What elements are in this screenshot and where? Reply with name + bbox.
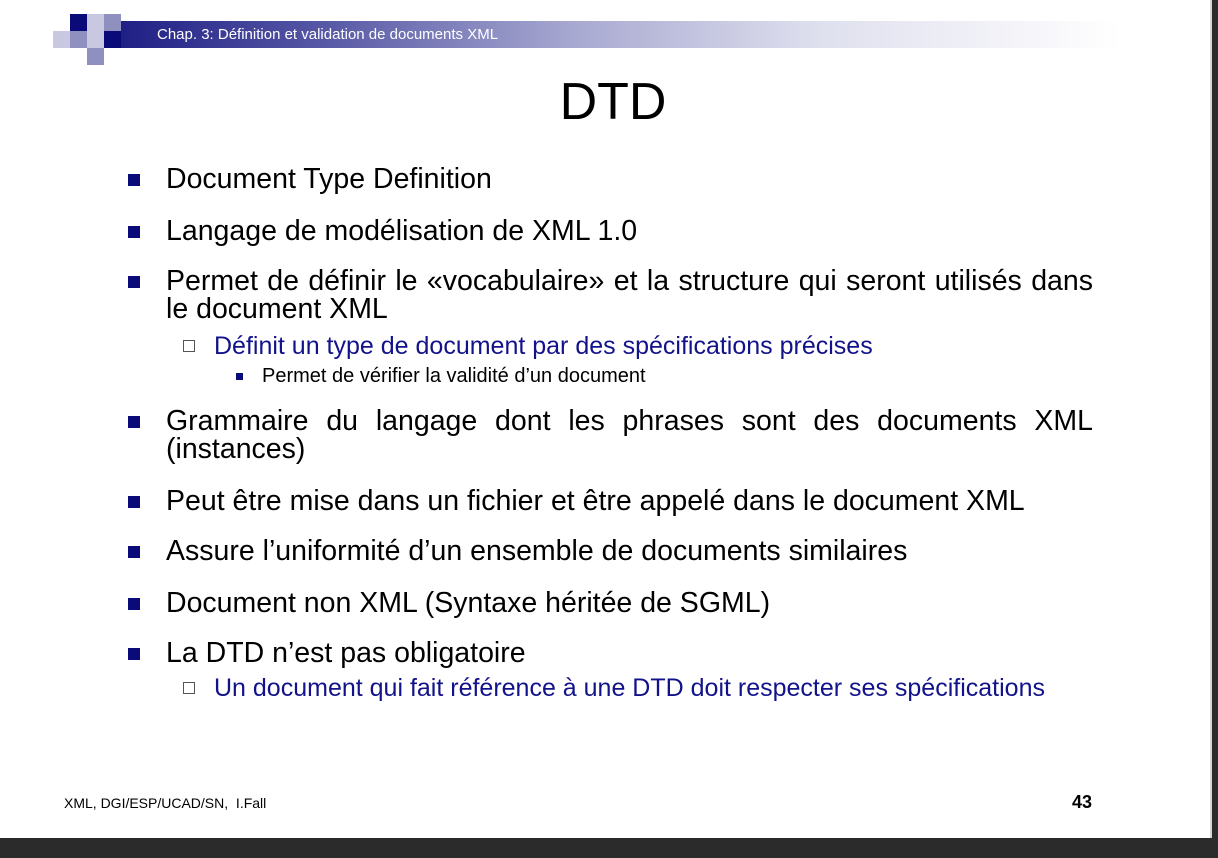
sub-sub-bullet-item: Permet de vérifier la validité d’un docu…: [235, 364, 1093, 388]
hollow-square-bullet-icon: [183, 340, 195, 352]
header-decor-square: [70, 31, 87, 48]
square-bullet-icon: [128, 546, 140, 558]
small-square-bullet-icon: [236, 373, 243, 380]
bullet-text: Grammaire du langage dont les phrases so…: [166, 405, 1093, 465]
square-bullet-icon: [128, 276, 140, 288]
bullet-item: Langage de modélisation de XML 1.0: [125, 217, 1093, 245]
header-decor-square: [104, 14, 121, 31]
bullet-item: Permet de définir le «vocabulaire» et la…: [125, 267, 1093, 323]
sub-sub-bullet-text: Permet de vérifier la validité d’un docu…: [262, 365, 646, 387]
bullet-item: Peut être mise dans un fichier et être a…: [125, 487, 1093, 515]
square-bullet-icon: [128, 496, 140, 508]
sub-bullet-text: Un document qui fait référence à une DTD…: [214, 674, 1045, 702]
header-decor-square: [87, 31, 104, 48]
footer-author: XML, DGI/ESP/UCAD/SN, I.Fall: [64, 795, 267, 811]
square-bullet-icon: [128, 598, 140, 610]
square-bullet-icon: [128, 226, 140, 238]
sub-bullet-text: Définit un type de document par des spéc…: [214, 332, 873, 360]
square-bullet-icon: [128, 648, 140, 660]
sub-bullet-item: Un document qui fait référence à une DTD…: [181, 674, 1093, 702]
header-decor-square: [87, 14, 104, 31]
page-number: 43: [1071, 792, 1092, 812]
square-bullet-icon: [128, 174, 140, 186]
sub-bullet-item: Définit un type de document par des spéc…: [181, 332, 1093, 360]
bullet-text: Peut être mise dans un fichier et être a…: [166, 485, 1025, 517]
slide-title: DTD: [559, 73, 667, 131]
bullet-item: Assure l’uniformité d’un ensemble de doc…: [125, 537, 1093, 565]
square-bullet-icon: [128, 416, 140, 428]
bullet-item: Grammaire du langage dont les phrases so…: [125, 407, 1093, 463]
bullet-item: Document non XML (Syntaxe héritée de SGM…: [125, 589, 1093, 617]
slide: Chap. 3: Définition et validation de doc…: [0, 0, 1212, 838]
viewer-background: [1212, 0, 1218, 838]
bullet-text: La DTD n’est pas obligatoire: [166, 637, 526, 669]
bullet-item: Document Type Definition: [125, 165, 1093, 193]
bullet-text: Assure l’uniformité d’un ensemble de doc…: [166, 535, 908, 567]
hollow-square-bullet-icon: [183, 682, 195, 694]
bullet-text: Langage de modélisation de XML 1.0: [166, 215, 638, 247]
chapter-title: Chap. 3: Définition et validation de doc…: [157, 26, 499, 43]
header-decor-square: [87, 48, 104, 65]
bullet-text: Document Type Definition: [166, 163, 492, 195]
header-decor-square: [104, 31, 121, 48]
viewer-background: [0, 838, 1218, 858]
bullet-text: Document non XML (Syntaxe héritée de SGM…: [166, 587, 771, 619]
bullet-item: La DTD n’est pas obligatoire: [125, 639, 1093, 667]
header-decor-square: [70, 14, 87, 31]
bullet-text: Permet de définir le «vocabulaire» et la…: [166, 265, 1093, 325]
header-decor-square: [53, 31, 70, 48]
